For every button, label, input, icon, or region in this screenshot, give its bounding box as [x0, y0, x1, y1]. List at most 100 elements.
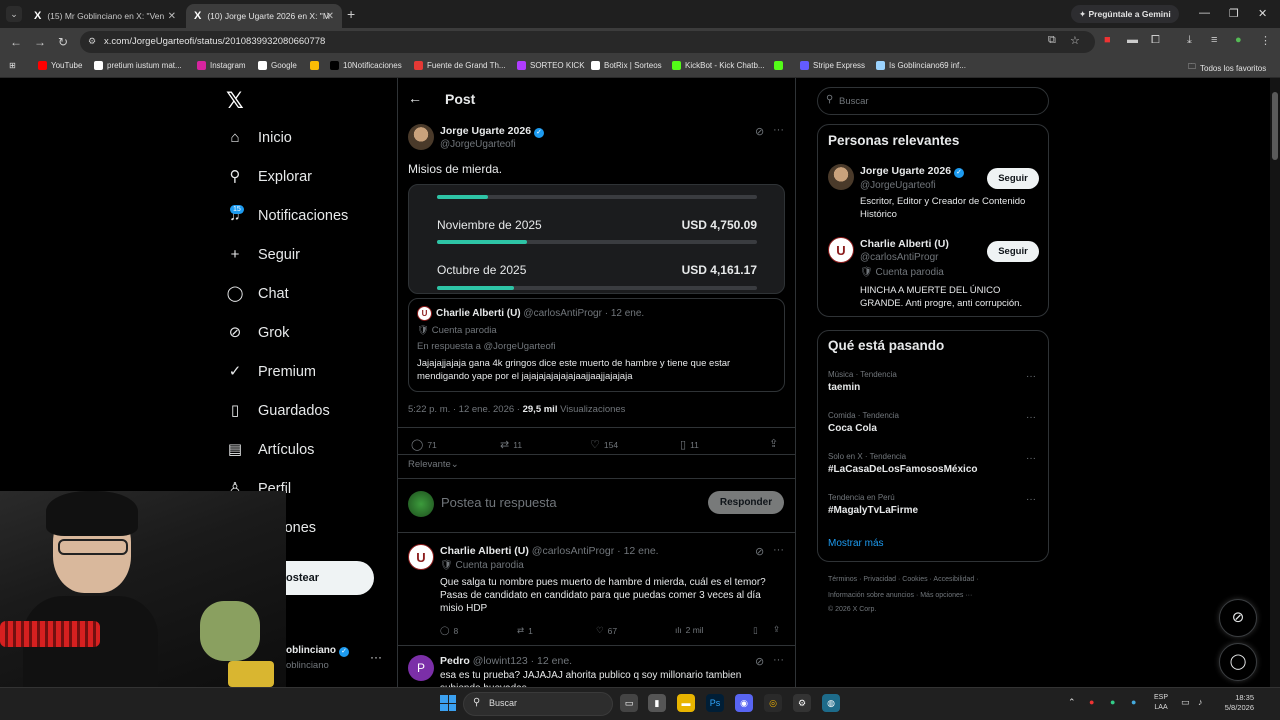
avatar[interactable]: U: [408, 544, 434, 570]
footer-links[interactable]: Información sobre anuncios · Más opcione…: [828, 592, 972, 599]
file-explorer-icon[interactable]: ▬: [677, 694, 695, 712]
bookmark-notificaciones[interactable]: 10Notificaciones: [330, 61, 402, 70]
more-icon[interactable]: ···: [773, 544, 784, 556]
install-icon[interactable]: ⧉: [1048, 34, 1056, 47]
repost-action[interactable]: ⇄ 11: [500, 438, 522, 451]
footer-links[interactable]: Términos · Privacidad · Cookies · Accesi…: [828, 576, 979, 583]
tray-app-icon[interactable]: ●: [1131, 697, 1136, 707]
avatar[interactable]: P: [408, 655, 434, 681]
gemini-button[interactable]: ✦ Pregúntale a Gemini: [1071, 5, 1179, 23]
volume-icon[interactable]: ♪: [1198, 697, 1203, 707]
extension-icon[interactable]: ▬: [1127, 34, 1138, 46]
discord-icon[interactable]: ◉: [735, 694, 753, 712]
chrome-icon[interactable]: ◎: [764, 694, 782, 712]
more-icon[interactable]: ···: [1026, 494, 1036, 505]
reply-action[interactable]: ◯ 71: [411, 438, 437, 451]
network-icon[interactable]: ▭: [1181, 697, 1190, 708]
grok-icon[interactable]: ⊘: [755, 545, 764, 558]
nav-grok[interactable]: ⊘ Grok: [226, 324, 290, 342]
settings-icon[interactable]: ⚙: [793, 694, 811, 712]
x-logo-icon[interactable]: 𝕏: [226, 88, 244, 114]
reply-button[interactable]: Responder: [708, 491, 784, 514]
bookmark-sorteo-kick[interactable]: SORTEO KICK: [517, 61, 585, 70]
bookmark-kickbot[interactable]: KickBot - Kick Chatb...: [672, 61, 765, 70]
task-view-icon[interactable]: ▭: [620, 694, 638, 712]
reply-author[interactable]: Charlie Alberti (U) @carlosAntiProgr · 1…: [440, 545, 659, 557]
minimize-icon[interactable]: —: [1199, 7, 1210, 19]
grok-fab-icon[interactable]: ⊘: [1219, 599, 1257, 637]
share-action[interactable]: ⇪: [773, 624, 780, 635]
apps-icon[interactable]: ⊞: [9, 61, 16, 70]
reply-author[interactable]: Pedro @lowint123 · 12 ene.: [440, 655, 572, 667]
nav-guardados[interactable]: ▯ Guardados: [226, 402, 330, 420]
tray-app-icon[interactable]: ●: [1110, 697, 1115, 707]
grok-icon[interactable]: ⊘: [755, 655, 764, 668]
close-window-icon[interactable]: ✕: [1258, 7, 1267, 20]
nav-articulos[interactable]: ▤ Artículos: [226, 441, 315, 459]
star-icon[interactable]: ☆: [1070, 34, 1080, 47]
windows-start-icon[interactable]: [440, 695, 456, 711]
avatar[interactable]: U: [828, 237, 854, 263]
nav-seguir[interactable]: + Seguir: [226, 246, 300, 264]
post-image[interactable]: Noviembre de 2025 USD 4,750.09 Octubre de…: [408, 184, 785, 294]
tray-app-icon[interactable]: ●: [1089, 697, 1094, 707]
bookmark-stripe[interactable]: Stripe Express: [800, 61, 865, 70]
person-name[interactable]: Charlie Alberti (U): [860, 238, 949, 250]
grok-icon[interactable]: ⊘: [755, 125, 764, 138]
bookmark-instagram[interactable]: Instagram: [197, 61, 246, 70]
bookmark-goblinciano[interactable]: Is Goblinciano69 inf...: [876, 61, 966, 70]
person-handle[interactable]: @carlosAntiProgr: [860, 252, 939, 263]
bookmark-gta[interactable]: Fuente de Grand Th...: [414, 61, 506, 70]
chat-fab-icon[interactable]: ◯: [1219, 643, 1257, 681]
bookmark-ten[interactable]: [774, 61, 783, 70]
site-info-icon[interactable]: ⚙: [88, 36, 96, 47]
profile-avatar-icon[interactable]: ●: [1235, 34, 1242, 46]
like-action[interactable]: ♡ 154: [590, 438, 618, 451]
quote-author[interactable]: Charlie Alberti (U) @carlosAntiProgr · 1…: [436, 308, 644, 319]
bookmark-pinwheel[interactable]: [310, 61, 319, 70]
sort-dropdown[interactable]: Relevante⌄: [408, 459, 459, 470]
more-icon[interactable]: ···: [773, 654, 784, 666]
person-handle[interactable]: @JorgeUgarteofi: [860, 180, 936, 191]
bookmark-botrix[interactable]: BotRix | Sorteos: [591, 61, 662, 70]
trend-name[interactable]: Coca Cola: [828, 423, 877, 434]
nav-explorar[interactable]: ⚲ Explorar: [226, 168, 313, 186]
extension-icon[interactable]: ■: [1104, 34, 1111, 46]
more-icon[interactable]: ···: [1026, 371, 1036, 382]
reload-icon[interactable]: ↻: [58, 35, 68, 49]
views-action[interactable]: ılı 2 mil: [675, 625, 704, 635]
tab-search-button[interactable]: ⌄: [6, 6, 22, 22]
browser-tab-1[interactable]: X (15) Mr Goblinciano en X: "Ven ✕: [26, 4, 184, 28]
extensions-puzzle-icon[interactable]: ⧠: [1151, 34, 1160, 47]
avatar[interactable]: [408, 124, 434, 150]
reply-input[interactable]: Postea tu respuesta: [441, 495, 557, 510]
language-indicator[interactable]: ESP LAA: [1154, 693, 1168, 713]
taskbar-search[interactable]: [463, 692, 613, 716]
account-more-icon[interactable]: ···: [370, 650, 382, 664]
forward-icon[interactable]: →: [34, 35, 46, 49]
trend-name[interactable]: #MagalyTvLaFirme: [828, 505, 918, 516]
all-favorites[interactable]: 🗀 Todos los favoritos: [1188, 61, 1266, 75]
download-icon[interactable]: ⤓: [1187, 34, 1192, 47]
close-icon[interactable]: ✕: [168, 11, 176, 22]
app-globe-icon[interactable]: ◍: [822, 694, 840, 712]
back-icon[interactable]: ←: [10, 35, 22, 49]
more-icon[interactable]: ···: [1026, 412, 1036, 423]
chevron-up-icon[interactable]: ⌃: [1068, 697, 1076, 708]
avatar[interactable]: U: [417, 306, 432, 321]
like-action[interactable]: ♡ 67: [596, 625, 617, 636]
nav-premium[interactable]: ✓ Premium: [226, 363, 316, 381]
trend-name[interactable]: taemin: [828, 382, 860, 393]
app-icon[interactable]: ▮: [648, 694, 666, 712]
account-name[interactable]: oblinciano ✓: [286, 645, 349, 657]
repost-action[interactable]: ⇄ 1: [517, 625, 533, 636]
menu-icon[interactable]: ⋮: [1260, 34, 1271, 47]
person-name[interactable]: Jorge Ugarte 2026 ✓: [860, 165, 965, 178]
post-handle[interactable]: @JorgeUgarteofi: [440, 139, 516, 150]
post-author[interactable]: Jorge Ugarte 2026 ✓: [440, 125, 545, 138]
nav-notificaciones[interactable]: ♫ Notificaciones: [226, 207, 348, 225]
bookmark-action[interactable]: ▯ 11: [680, 438, 699, 451]
nav-chat[interactable]: ◯ Chat: [226, 285, 289, 303]
avatar[interactable]: [828, 164, 854, 190]
maximize-icon[interactable]: ❐: [1229, 7, 1239, 20]
